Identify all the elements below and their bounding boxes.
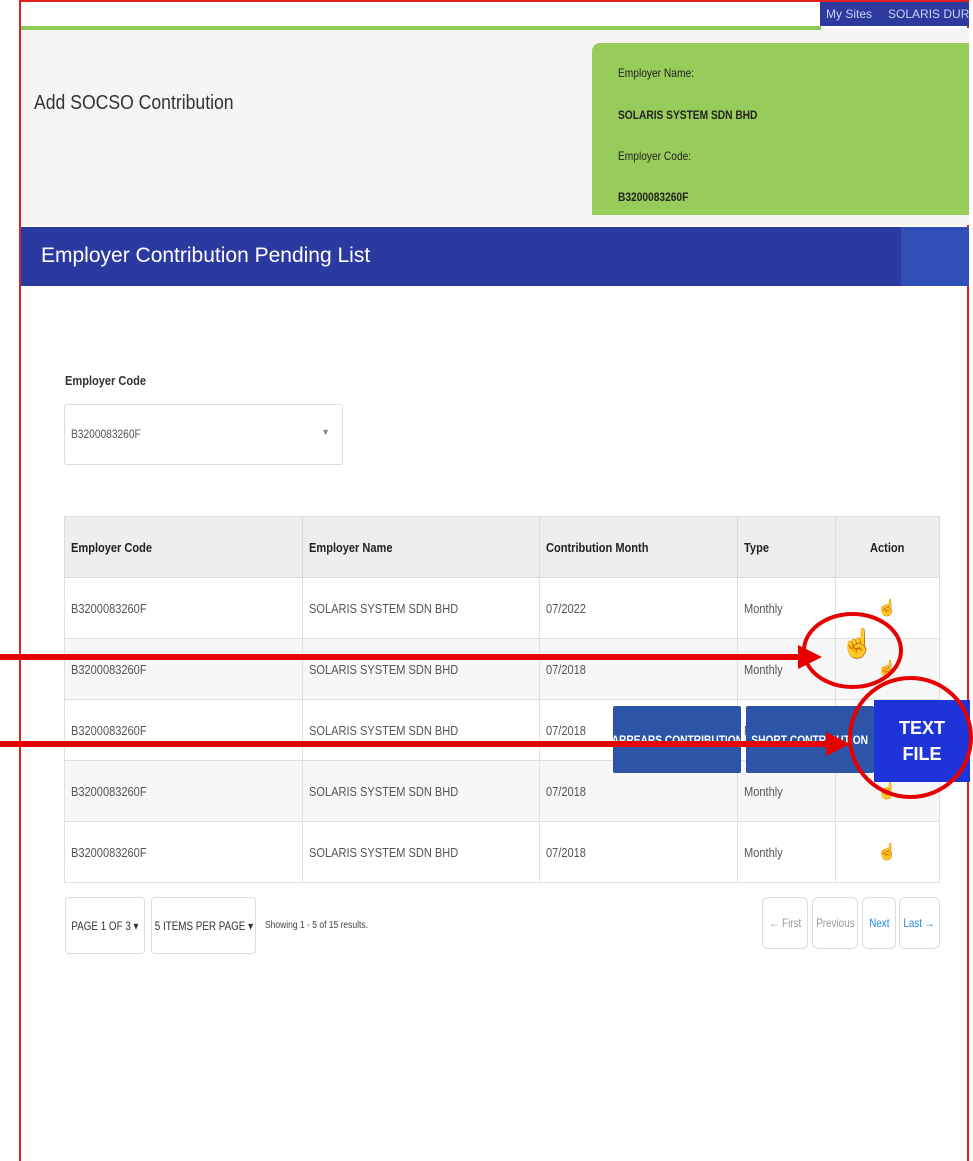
top-nav-bar: My Sites SOLARIS DUREA	[820, 2, 969, 26]
cell-contribution-month: 07/2018	[539, 638, 739, 700]
column-header-employer-code[interactable]: Employer Code	[64, 516, 303, 578]
column-header-employer-name[interactable]: Employer Name	[301, 516, 541, 578]
cell-employer-code: B3200083260F	[64, 821, 303, 883]
employer-code-select[interactable]: B3200083260F ▼	[64, 404, 343, 465]
cell-contribution-month: 07/2018	[539, 821, 739, 883]
user-name[interactable]: SOLARIS DUREA	[888, 7, 969, 21]
last-page-button[interactable]: Last →	[899, 897, 940, 949]
cell-employer-code: B3200083260F	[64, 638, 303, 700]
my-sites-link[interactable]: My Sites	[826, 7, 872, 21]
annotation-arrow-line	[0, 741, 830, 747]
cell-employer-name: SOLARIS SYSTEM SDN BHD	[301, 821, 541, 883]
column-header-action: Action	[835, 516, 940, 578]
arrears-contribution-button[interactable]: ARREARS CONTRIBUTION	[613, 706, 741, 773]
results-count: Showing 1 - 5 of 15 results.	[265, 920, 369, 931]
contribution-table: Employer Code Employer Name Contribution…	[64, 516, 940, 883]
annotation-arrow-line	[0, 654, 800, 660]
banner-accent	[901, 227, 969, 286]
pointer-hand-icon[interactable]: ☝	[877, 600, 897, 617]
cell-employer-name: SOLARIS SYSTEM SDN BHD	[301, 638, 541, 700]
annotation-circle	[848, 676, 973, 799]
page-title: Add SOCSO Contribution	[34, 92, 234, 114]
employer-code-value: B3200083260F	[618, 190, 689, 204]
previous-page-button[interactable]: Previous	[812, 897, 858, 949]
cell-employer-code: B3200083260F	[64, 760, 303, 822]
mouse-cursor-hand-icon: ☝	[840, 628, 875, 659]
pointer-hand-icon[interactable]: ☝	[877, 844, 897, 861]
cell-employer-name: SOLARIS SYSTEM SDN BHD	[301, 699, 541, 761]
employer-name-value: SOLARIS SYSTEM SDN BHD	[618, 108, 758, 122]
employer-name-label: Employer Name:	[618, 66, 694, 80]
employer-info-card: Employer Name: SOLARIS SYSTEM SDN BHD Em…	[592, 43, 969, 215]
cell-employer-name: SOLARIS SYSTEM SDN BHD	[301, 760, 541, 822]
employer-code-filter-label: Employer Code	[65, 373, 147, 388]
table-row: B3200083260F SOLARIS SYSTEM SDN BHD 07/2…	[64, 577, 940, 639]
table-row: B3200083260F SOLARIS SYSTEM SDN BHD 07/2…	[64, 821, 940, 883]
section-banner: Employer Contribution Pending List	[21, 227, 969, 286]
section-title: Employer Contribution Pending List	[41, 244, 371, 267]
first-page-button[interactable]: ← First	[762, 897, 808, 949]
cell-type: Monthly	[737, 821, 837, 883]
column-header-type[interactable]: Type	[737, 516, 837, 578]
cell-contribution-month: 07/2022	[539, 577, 739, 639]
column-header-contribution-month[interactable]: Contribution Month	[539, 516, 739, 578]
cell-action: ☝	[835, 821, 940, 883]
employer-code-select-value: B3200083260F	[71, 427, 141, 441]
cell-employer-name: SOLARIS SYSTEM SDN BHD	[301, 577, 541, 639]
employer-code-label: Employer Code:	[618, 149, 692, 163]
items-per-page-select[interactable]: 5 ITEMS PER PAGE ▾	[151, 897, 256, 954]
annotation-arrow-head	[826, 732, 850, 756]
green-accent-bar	[21, 26, 821, 30]
chevron-down-icon: ▼	[321, 427, 330, 437]
next-page-button[interactable]: Next	[862, 897, 896, 949]
table-header-row: Employer Code Employer Name Contribution…	[64, 516, 940, 578]
cell-employer-code: B3200083260F	[64, 699, 303, 761]
cell-employer-code: B3200083260F	[64, 577, 303, 639]
page-select[interactable]: PAGE 1 OF 3 ▾	[65, 897, 145, 954]
